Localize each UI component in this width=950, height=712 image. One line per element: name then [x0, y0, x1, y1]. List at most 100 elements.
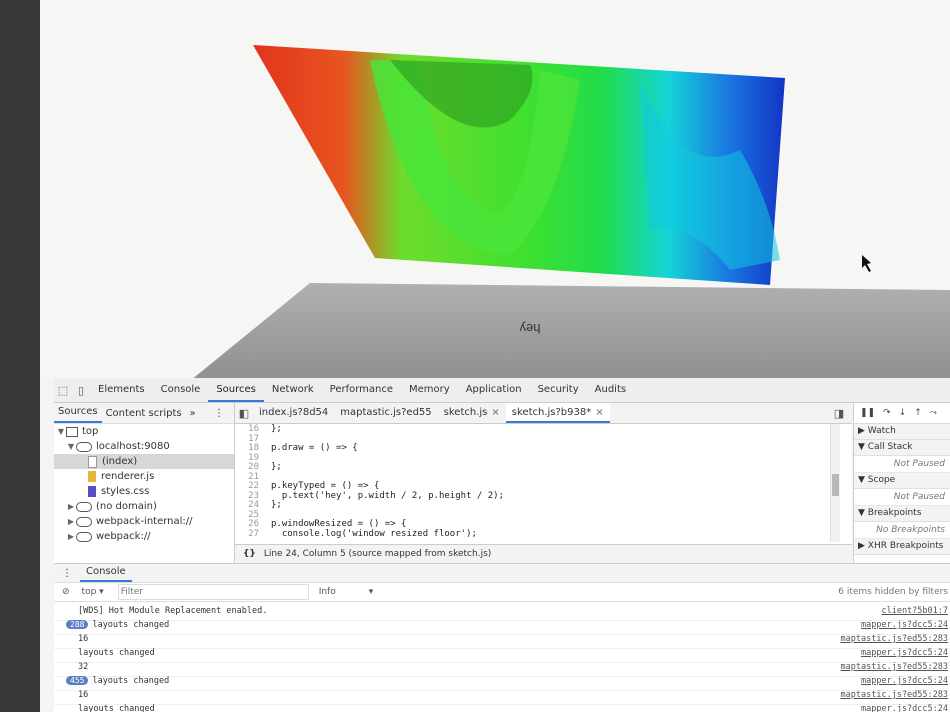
pretty-print-icon[interactable]: {} [235, 549, 264, 559]
line-number[interactable]: 21 [235, 472, 259, 482]
pane-toggle-icon[interactable]: ▶ [858, 426, 865, 436]
tree-item-localhost[interactable]: ▼ localhost:9080 [54, 439, 234, 454]
console-message[interactable]: 288 layouts changed mapper.js?dcc5:24 [54, 620, 950, 635]
console-filter-input[interactable] [117, 584, 309, 600]
line-number[interactable]: 27 [235, 529, 259, 539]
editor-tab-index-js[interactable]: index.js?8d54 [253, 403, 334, 423]
step-out-icon[interactable]: ↑ [914, 408, 922, 418]
log-level-select[interactable]: Info [319, 587, 369, 597]
line-number[interactable]: 22 [235, 481, 259, 491]
clear-console-icon[interactable]: ⊘ [54, 587, 78, 597]
code-area[interactable]: 16 }; 17 18 p.draw = () => { 19 20 }; 21… [235, 424, 852, 542]
tree-toggle-icon[interactable]: ▼ [56, 427, 66, 436]
tree-item-index[interactable]: (index) [54, 454, 234, 469]
pause-icon[interactable]: ❚❚ [860, 408, 875, 418]
tree-item-renderer-js[interactable]: renderer.js [54, 469, 234, 484]
tab-memory[interactable]: Memory [401, 378, 458, 402]
drawer-menu-icon[interactable]: ⋮ [54, 568, 80, 579]
chevron-down-icon[interactable]: ▾ [369, 587, 374, 597]
line-number[interactable]: 23 [235, 491, 259, 501]
line-number[interactable]: 20 [235, 462, 259, 472]
more-tabs-icon[interactable]: » [186, 408, 200, 419]
console-source-link[interactable]: mapper.js?dcc5:24 [861, 676, 948, 686]
console-source-link[interactable]: client?5b01:7 [881, 606, 948, 616]
code-line[interactable]: p.draw = () => { [271, 443, 358, 453]
editor-tab-sketch-js[interactable]: sketch.js × [438, 403, 506, 423]
tree-toggle-icon[interactable]: ▶ [66, 502, 76, 511]
toggle-debugger-icon[interactable]: ◨ [830, 404, 848, 422]
line-number[interactable]: 25 [235, 510, 259, 520]
line-number[interactable]: 18 [235, 443, 259, 453]
context-selector[interactable]: top ▾ [78, 587, 108, 597]
tree-item-top[interactable]: ▼ top [54, 424, 234, 439]
console-source-link[interactable]: mapper.js?dcc5:24 [861, 704, 948, 712]
line-number[interactable]: 26 [235, 519, 259, 529]
editor-tab-sketch-js-b938[interactable]: sketch.js?b938* × [505, 403, 610, 423]
editor-scrollbar[interactable] [830, 424, 840, 542]
code-line[interactable]: p.windowResized = () => { [271, 519, 406, 529]
tab-network[interactable]: Network [264, 378, 322, 402]
tab-navigator-sources[interactable]: Sources [54, 403, 102, 423]
pane-toggle-icon[interactable]: ▶ [858, 541, 865, 551]
tab-elements[interactable]: Elements [90, 378, 153, 402]
code-line[interactable]: }; [271, 500, 282, 510]
tab-sources[interactable]: Sources [208, 378, 264, 402]
tab-drawer-console[interactable]: Console [80, 564, 132, 582]
step-into-icon[interactable]: ↓ [899, 408, 907, 418]
console-source-link[interactable]: mapper.js?dcc5:24 [861, 648, 948, 658]
line-number[interactable]: 17 [235, 434, 259, 444]
pane-breakpoints[interactable]: ▼ Breakpoints [854, 506, 950, 522]
line-number[interactable]: 24 [235, 500, 259, 510]
scrollbar-thumb[interactable] [832, 474, 839, 496]
tab-performance[interactable]: Performance [322, 378, 401, 402]
close-tab-icon[interactable]: × [491, 407, 499, 418]
tab-application[interactable]: Application [458, 378, 530, 402]
inspect-element-icon[interactable]: ⬚ [54, 381, 72, 399]
line-number[interactable]: 19 [235, 453, 259, 463]
console-message[interactable]: 16 maptastic.js?ed55:283 [54, 634, 950, 649]
code-line[interactable]: console.log('window resized floor'); [271, 529, 477, 539]
console-source-link[interactable]: maptastic.js?ed55:283 [841, 690, 948, 700]
editor-tab-maptastic-js[interactable]: maptastic.js?ed55 [334, 403, 437, 423]
tab-console[interactable]: Console [153, 378, 209, 402]
line-number[interactable]: 16 [235, 424, 259, 434]
tab-content-scripts[interactable]: Content scripts [102, 408, 186, 419]
pane-call-stack[interactable]: ▼ Call Stack [854, 440, 950, 456]
code-line[interactable]: }; [271, 424, 282, 434]
code-line[interactable]: p.keyTyped = () => { [271, 481, 379, 491]
console-message[interactable]: layouts changed mapper.js?dcc5:24 [54, 648, 950, 663]
pane-xhr-breakpoints[interactable]: ▶ XHR Breakpoints [854, 539, 950, 555]
pane-scope[interactable]: ▼ Scope [854, 473, 950, 489]
pane-toggle-icon[interactable]: ▼ [858, 508, 865, 518]
code-line[interactable]: }; [271, 462, 282, 472]
console-message[interactable]: layouts changed mapper.js?dcc5:24 [54, 704, 950, 712]
tree-toggle-icon[interactable]: ▼ [66, 442, 76, 451]
tab-audits[interactable]: Audits [587, 378, 634, 402]
tree-item-no-domain[interactable]: ▶ (no domain) [54, 499, 234, 514]
console-source-link[interactable]: mapper.js?dcc5:24 [861, 620, 948, 630]
tree-item-webpack-internal[interactable]: ▶ webpack-internal:// [54, 514, 234, 529]
tree-item-webpack[interactable]: ▶ webpack:// [54, 529, 234, 544]
scene-canvas[interactable]: hey [40, 0, 950, 378]
close-tab-icon[interactable]: × [595, 407, 603, 418]
code-line[interactable]: p.text('hey', p.width / 2, p.height / 2)… [271, 491, 504, 501]
console-source-link[interactable]: maptastic.js?ed55:283 [841, 662, 948, 672]
tree-toggle-icon[interactable]: ▶ [66, 517, 76, 526]
pane-watch[interactable]: ▶ Watch [854, 424, 950, 440]
deactivate-breakpoints-icon[interactable]: ⤳ [930, 408, 937, 418]
console-message[interactable]: [WDS] Hot Module Replacement enabled. cl… [54, 606, 950, 621]
render-viewport[interactable]: hey [40, 0, 950, 378]
console-message[interactable]: 32 maptastic.js?ed55:283 [54, 662, 950, 677]
console-message[interactable]: 16 maptastic.js?ed55:283 [54, 690, 950, 705]
navigator-menu-icon[interactable]: ⋮ [210, 408, 228, 419]
device-toolbar-icon[interactable]: ▯ [72, 381, 90, 399]
toggle-navigator-icon[interactable]: ◧ [235, 404, 253, 422]
console-source-link[interactable]: maptastic.js?ed55:283 [841, 634, 948, 644]
tab-security[interactable]: Security [530, 378, 587, 402]
tree-item-styles-css[interactable]: styles.css [54, 484, 234, 499]
pane-toggle-icon[interactable]: ▼ [858, 475, 865, 485]
console-message[interactable]: 455 layouts changed mapper.js?dcc5:24 [54, 676, 950, 691]
step-over-icon[interactable]: ↷ [883, 408, 891, 418]
pane-toggle-icon[interactable]: ▼ [858, 442, 865, 452]
tree-toggle-icon[interactable]: ▶ [66, 532, 76, 541]
